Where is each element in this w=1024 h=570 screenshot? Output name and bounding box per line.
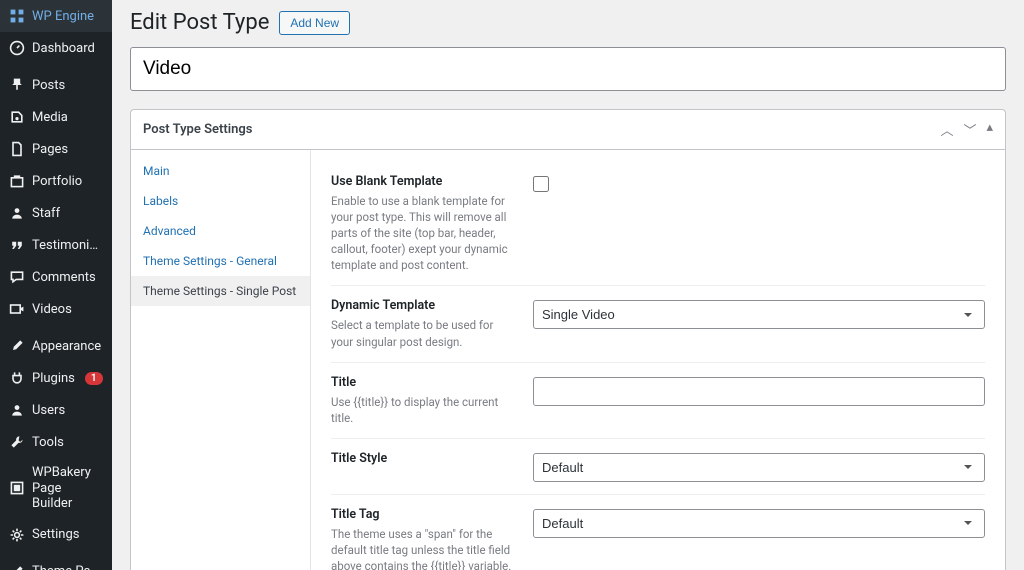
sidebar-item-wpengine[interactable]: WP Engine <box>0 0 112 32</box>
sidebar-item-label: Pages <box>32 142 68 157</box>
sidebar-item-label: Tools <box>32 435 64 450</box>
sidebar-item-media[interactable]: Media <box>0 101 112 133</box>
main-content: Edit Post Type Add New Post Type Setting… <box>112 0 1024 570</box>
row-title-style: Title Style Default <box>331 439 985 495</box>
brush-icon <box>8 563 26 570</box>
tab-theme-settings-general[interactable]: Theme Settings - General <box>131 246 310 276</box>
tab-theme-settings-single-post[interactable]: Theme Settings - Single Post <box>131 276 310 306</box>
use-blank-template-checkbox[interactable] <box>533 176 549 192</box>
desc-dynamic-template: Select a template to be used for your si… <box>331 317 517 349</box>
admin-sidebar: WP Engine Dashboard Posts Media Pages Portfol… <box>0 0 112 570</box>
metabox-down-icon[interactable]: ﹀ <box>963 120 976 139</box>
sidebar-item-label: Plugins <box>32 371 75 386</box>
sidebar-item-label: Testimonials <box>32 238 104 253</box>
settings-tabs: MainLabelsAdvancedTheme Settings - Gener… <box>131 150 311 570</box>
label-use-blank-template: Use Blank Template <box>331 174 517 189</box>
sidebar-item-staff[interactable]: Staff <box>0 197 112 229</box>
title-tag-select[interactable]: Default <box>533 509 985 538</box>
sidebar-item-themepanel[interactable]: Theme Panel <box>0 556 112 570</box>
sidebar-item-label: Videos <box>32 302 72 317</box>
desc-use-blank-template: Enable to use a blank template for your … <box>331 193 517 273</box>
sidebar-item-label: WP Engine <box>32 9 94 24</box>
sidebar-item-label: Appearance <box>32 339 101 354</box>
sidebar-item-testimonials[interactable]: Testimonials <box>0 229 112 261</box>
desc-title-tag: The theme uses a "span" for the default … <box>331 526 517 570</box>
page-icon <box>8 140 26 158</box>
comment-icon <box>8 268 26 286</box>
brush-icon <box>8 337 26 355</box>
desc-title: Use {{title}} to display the current tit… <box>331 394 517 426</box>
row-title-tag: Title Tag The theme uses a "span" for th… <box>331 495 985 570</box>
sidebar-item-label: Theme Panel <box>32 564 104 570</box>
post-type-name-input[interactable] <box>130 47 1006 91</box>
sidebar-item-label: Users <box>32 403 65 418</box>
quote-icon <box>8 236 26 254</box>
sidebar-item-users[interactable]: Users <box>0 394 112 426</box>
sidebar-item-label: WPBakery Page Builder <box>32 465 104 512</box>
sidebar-item-label: Settings <box>32 527 79 542</box>
sidebar-item-plugins[interactable]: Plugins 1 <box>0 362 112 394</box>
sidebar-item-label: Dashboard <box>32 41 95 56</box>
sidebar-item-comments[interactable]: Comments <box>0 261 112 293</box>
sidebar-item-wpbakery[interactable]: WPBakery Page Builder <box>0 458 112 519</box>
page-title: Edit Post Type <box>130 10 269 35</box>
tab-main[interactable]: Main <box>131 156 310 186</box>
label-title-tag: Title Tag <box>331 507 517 522</box>
sidebar-item-tools[interactable]: Tools <box>0 426 112 458</box>
metabox-up-icon[interactable]: ︿ <box>940 120 953 139</box>
sidebar-item-label: Posts <box>32 78 65 93</box>
grid-icon <box>8 7 26 25</box>
metabox-title: Post Type Settings <box>143 122 252 137</box>
update-badge: 1 <box>85 372 103 385</box>
block-icon <box>8 479 26 497</box>
tab-advanced[interactable]: Advanced <box>131 216 310 246</box>
sidebar-item-posts[interactable]: Posts <box>0 69 112 101</box>
sidebar-item-label: Portfolio <box>32 174 82 189</box>
sidebar-item-dashboard[interactable]: Dashboard <box>0 32 112 64</box>
dash-icon <box>8 39 26 57</box>
label-title: Title <box>331 375 517 390</box>
settings-panel: Use Blank Template Enable to use a blank… <box>311 150 1005 570</box>
post-type-settings-metabox: Post Type Settings ︿ ﹀ ▴ MainLabelsAdvan… <box>130 109 1006 570</box>
title-input[interactable] <box>533 377 985 406</box>
video-icon <box>8 300 26 318</box>
dynamic-template-select[interactable]: Single Video <box>533 300 985 329</box>
sidebar-item-portfolio[interactable]: Portfolio <box>0 165 112 197</box>
sidebar-item-label: Media <box>32 110 68 125</box>
label-title-style: Title Style <box>331 451 517 466</box>
metabox-header: Post Type Settings ︿ ﹀ ▴ <box>131 110 1005 150</box>
pin-icon <box>8 76 26 94</box>
sidebar-item-pages[interactable]: Pages <box>0 133 112 165</box>
sidebar-item-settings[interactable]: Settings <box>0 519 112 551</box>
metabox-toggle-icon[interactable]: ▴ <box>986 120 993 139</box>
row-use-blank-template: Use Blank Template Enable to use a blank… <box>331 162 985 286</box>
add-new-button[interactable]: Add New <box>279 11 350 35</box>
sidebar-item-videos[interactable]: Videos <box>0 293 112 325</box>
media-icon <box>8 108 26 126</box>
row-title: Title Use {{title}} to display the curre… <box>331 363 985 439</box>
plug-icon <box>8 369 26 387</box>
title-style-select[interactable]: Default <box>533 453 985 482</box>
wrench-icon <box>8 433 26 451</box>
row-dynamic-template: Dynamic Template Select a template to be… <box>331 286 985 362</box>
sidebar-item-label: Comments <box>32 270 96 285</box>
label-dynamic-template: Dynamic Template <box>331 298 517 313</box>
user-icon <box>8 204 26 222</box>
user-icon <box>8 401 26 419</box>
portfolio-icon <box>8 172 26 190</box>
tab-labels[interactable]: Labels <box>131 186 310 216</box>
sidebar-item-appearance[interactable]: Appearance <box>0 330 112 362</box>
page-header: Edit Post Type Add New <box>130 10 1006 35</box>
metabox-actions: ︿ ﹀ ▴ <box>940 120 993 139</box>
gear-icon <box>8 526 26 544</box>
sidebar-item-label: Staff <box>32 206 60 221</box>
metabox-body: MainLabelsAdvancedTheme Settings - Gener… <box>131 150 1005 570</box>
